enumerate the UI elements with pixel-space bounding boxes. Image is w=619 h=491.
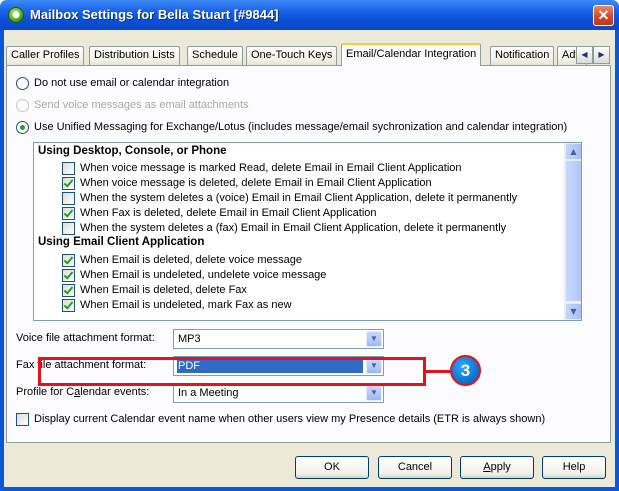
list-item[interactable]: When Email is deleted, delete voice mess… (62, 253, 302, 267)
checkbox-label: When the system deletes a (voice) Email … (80, 192, 518, 204)
check-mark-icon (63, 283, 74, 295)
group-header-desktop: Using Desktop, Console, or Phone (38, 145, 227, 157)
ok-button[interactable]: OK (295, 456, 369, 479)
calendar-profile-value: In a Meeting (178, 387, 239, 399)
checkbox-label: When Email is deleted, delete voice mess… (80, 254, 302, 266)
button-label: pply (490, 461, 511, 473)
tab-schedule[interactable]: Schedule (187, 46, 243, 65)
check-mark-icon (63, 298, 74, 310)
voice-format-label: Voice file attachment format: (16, 332, 155, 344)
dialog-client-area: Caller Profiles Distribution Lists Sched… (4, 30, 615, 487)
scroll-thumb[interactable] (565, 160, 581, 302)
label-part: lendar events: (80, 386, 150, 398)
check-mark-icon (63, 253, 74, 265)
radio-send-attachments[interactable]: Send voice messages as email attachments (16, 97, 249, 113)
callout-highlight-frame (38, 357, 426, 386)
checkbox-label: When Email is deleted, delete Fax (80, 284, 247, 296)
check-mark-icon (63, 268, 74, 280)
radio-label: Send voice messages as email attachments (34, 99, 249, 111)
tab-distribution-lists[interactable]: Distribution Lists (89, 46, 180, 65)
radio-unified-messaging[interactable]: Use Unified Messaging for Exchange/Lotus… (16, 119, 567, 135)
apply-button[interactable]: Apply (460, 456, 534, 479)
checkbox-label: When voice message is deleted, delete Em… (80, 177, 432, 189)
checkbox-label: When Email is undeleted, mark Fax as new (80, 299, 292, 311)
checkbox-label: Display current Calendar event name when… (34, 413, 546, 425)
list-item[interactable]: When the system deletes a (fax) Email in… (62, 221, 506, 235)
tab-notification[interactable]: Notification (490, 46, 555, 65)
checkbox[interactable] (62, 283, 75, 297)
dialog-window: ● Mailbox Settings for Bella Stuart [#98… (0, 0, 619, 491)
checkbox-label: When voice message is marked Read, delet… (80, 162, 462, 174)
tab-one-touch-keys[interactable]: One-Touch Keys (246, 46, 338, 65)
list-item[interactable]: When Email is deleted, delete Fax (62, 283, 247, 297)
radio-label: Use Unified Messaging for Exchange/Lotus… (34, 121, 568, 133)
close-button[interactable]: ✕ (593, 5, 614, 26)
cancel-button[interactable]: Cancel (378, 456, 452, 479)
list-item[interactable]: When the system deletes a (voice) Email … (62, 191, 517, 205)
checkbox[interactable] (62, 253, 75, 267)
app-icon: ● (8, 7, 24, 23)
checkbox[interactable] (62, 221, 75, 235)
checkbox-label: When the system deletes a (fax) Email in… (80, 222, 507, 234)
sync-options-list[interactable]: Using Desktop, Console, or Phone When vo… (33, 142, 582, 321)
callout-connector-line (426, 370, 452, 373)
list-item[interactable]: When Fax is deleted, delete Email in Ema… (62, 206, 377, 220)
tab-strip: Caller Profiles Distribution Lists Sched… (6, 43, 611, 66)
checkbox[interactable] (62, 206, 75, 220)
radio-selected-dot (20, 124, 25, 130)
vertical-scrollbar[interactable]: ▲ ▼ (564, 143, 581, 320)
voice-format-select[interactable]: MP3 ▼ (173, 329, 384, 349)
radio-no-integration[interactable]: Do not use email or calendar integration (16, 75, 229, 91)
list-item[interactable]: When Email is undeleted, mark Fax as new (62, 298, 292, 312)
checkbox[interactable] (62, 298, 75, 312)
presence-details-checkbox-row[interactable]: Display current Calendar event name when… (16, 412, 545, 426)
radio-button[interactable] (16, 76, 29, 90)
chevron-down-icon[interactable]: ▼ (366, 385, 382, 401)
radio-button[interactable] (16, 98, 29, 112)
list-item[interactable]: When Email is undeleted, undelete voice … (62, 268, 326, 282)
access-key: A (483, 461, 491, 473)
list-item[interactable]: When voice message is marked Read, delet… (62, 161, 462, 175)
tab-scroll-left-icon[interactable]: ◀ (576, 46, 593, 64)
check-mark-icon (63, 206, 74, 218)
window-title: Mailbox Settings for Bella Stuart [#9844… (30, 7, 279, 22)
checkbox[interactable] (62, 268, 75, 282)
tab-email-calendar-integration[interactable]: Email/Calendar Integration (341, 43, 482, 66)
tab-caller-profiles[interactable]: Caller Profiles (6, 46, 85, 65)
tab-scroll-right-icon[interactable]: ▶ (593, 46, 610, 64)
checkbox[interactable] (16, 412, 29, 426)
group-header-email-client: Using Email Client Application (38, 236, 205, 248)
list-item[interactable]: When voice message is deleted, delete Em… (62, 176, 432, 190)
checkbox-label: When Fax is deleted, delete Email in Ema… (80, 207, 377, 219)
title-bar[interactable]: ● Mailbox Settings for Bella Stuart [#98… (0, 0, 619, 30)
scroll-down-icon[interactable]: ▼ (565, 303, 581, 320)
radio-button[interactable] (16, 120, 29, 134)
calendar-profile-select[interactable]: In a Meeting ▼ (173, 383, 384, 403)
chevron-down-icon[interactable]: ▼ (366, 331, 382, 347)
help-button[interactable]: Help (542, 456, 606, 479)
checkbox[interactable] (62, 191, 75, 205)
calendar-profile-label: Profile for Calendar events: (16, 386, 149, 398)
voice-format-value: MP3 (178, 333, 201, 345)
scroll-up-icon[interactable]: ▲ (565, 143, 581, 160)
checkbox[interactable] (62, 161, 75, 175)
callout-number-badge: 3 (450, 355, 481, 386)
tab-page-email-calendar: Do not use email or calendar integration… (6, 65, 611, 443)
check-mark-icon (63, 176, 74, 188)
label-part: Profile for C (16, 386, 75, 398)
checkbox-label: When Email is undeleted, undelete voice … (80, 269, 327, 281)
radio-label: Do not use email or calendar integration (34, 77, 230, 89)
checkbox[interactable] (62, 176, 75, 190)
